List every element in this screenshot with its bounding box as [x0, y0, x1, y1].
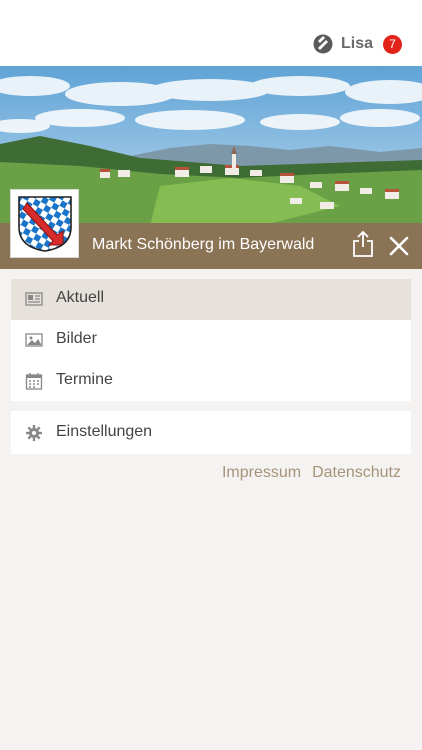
- user-account[interactable]: Lisa 7: [313, 31, 402, 57]
- settings-menu: Einstellungen: [11, 411, 411, 454]
- menu-label-termine: Termine: [56, 371, 113, 388]
- image-icon: [25, 333, 43, 347]
- newspaper-icon: [25, 292, 43, 306]
- calendar-icon: [25, 373, 43, 390]
- menu-label-aktuell: Aktuell: [56, 289, 105, 306]
- close-icon[interactable]: [389, 236, 409, 256]
- share-icon[interactable]: [351, 230, 375, 258]
- menu-item-termine[interactable]: Termine: [11, 361, 411, 402]
- place-title: Markt Schönberg im Bayerwald: [92, 236, 315, 253]
- top-bar: Lisa 7: [0, 0, 422, 66]
- menu-item-aktuell[interactable]: Aktuell: [11, 279, 411, 320]
- menu-label-bilder: Bilder: [56, 330, 97, 347]
- coat-of-arms-logo: [10, 189, 79, 258]
- app-logo-icon: [313, 34, 333, 54]
- impressum-link[interactable]: Impressum: [222, 464, 301, 482]
- datenschutz-link[interactable]: Datenschutz: [312, 464, 401, 482]
- user-name[interactable]: Lisa: [341, 35, 373, 53]
- menu-item-bilder[interactable]: Bilder: [11, 320, 411, 361]
- menu-item-einstellungen[interactable]: Einstellungen: [11, 411, 411, 454]
- notification-badge[interactable]: 7: [383, 34, 402, 54]
- menu-label-einstellungen: Einstellungen: [56, 423, 153, 440]
- footer-links: Impressum Datenschutz: [222, 464, 401, 482]
- gear-icon: [26, 425, 42, 441]
- main-menu: Aktuell Bilder Termine: [11, 279, 411, 401]
